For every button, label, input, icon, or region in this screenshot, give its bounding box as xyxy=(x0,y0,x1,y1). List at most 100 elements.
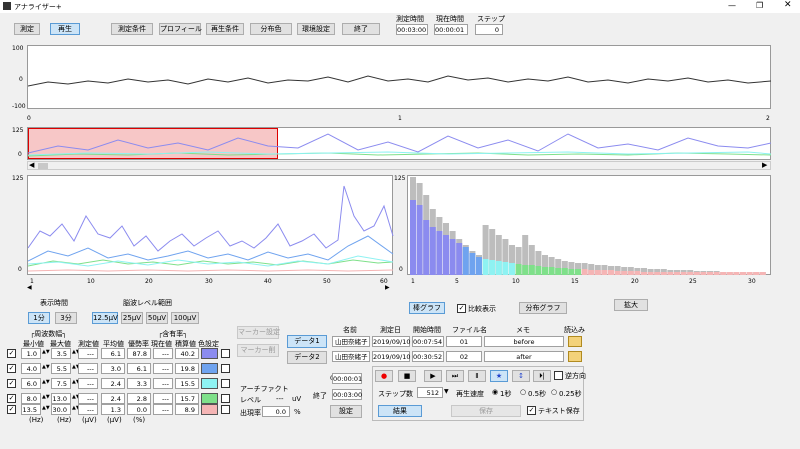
band-min-spinner-icon[interactable]: ▲▼ xyxy=(42,364,50,370)
display-time-1min[interactable]: 1分 xyxy=(28,312,50,324)
load-folder-icon[interactable] xyxy=(568,351,582,362)
histogram-bar xyxy=(654,272,661,275)
reverse-checkbox[interactable] xyxy=(554,371,563,380)
speed-option-025: 0.25秒 xyxy=(559,390,582,398)
data1-button[interactable]: データ1 xyxy=(287,335,327,348)
dist-graph-button[interactable]: 分布グラフ xyxy=(519,302,567,314)
step-count-select[interactable]: 512 xyxy=(417,387,443,398)
environment-settings-button[interactable]: 環境設定 xyxy=(297,23,335,35)
overview-scrollbar[interactable]: ◀ ▶ xyxy=(27,161,771,170)
save-button[interactable]: 保存 xyxy=(451,405,521,417)
range-start-value[interactable]: 00:00:01 xyxy=(332,373,362,384)
display-time-3min[interactable]: 3分 xyxy=(55,312,77,324)
right-chart-x-tick: 10 xyxy=(512,278,520,285)
band-min-field[interactable]: 8.0 xyxy=(21,393,41,404)
band-min-spinner-icon[interactable]: ▲▼ xyxy=(42,394,50,400)
band-min-field[interactable]: 6.0 xyxy=(21,378,41,389)
close-icon[interactable]: ✕ xyxy=(784,0,792,10)
measure-mode-button[interactable]: 測定 xyxy=(14,23,40,35)
eeg-range-12-5[interactable]: 12.5μV xyxy=(92,312,118,324)
band-max-field[interactable]: 3.5 xyxy=(51,348,71,359)
record-button[interactable]: ● xyxy=(375,370,393,382)
band-color-swatch[interactable] xyxy=(201,378,218,389)
stop-button[interactable]: ■ xyxy=(398,370,416,382)
histogram-bar xyxy=(522,265,529,275)
step-direction-button[interactable]: ↕ xyxy=(512,370,530,382)
band-enable-checkbox[interactable]: ✓ xyxy=(7,364,16,373)
band-color-swatch[interactable] xyxy=(201,348,218,359)
range-end-value[interactable]: 00:03:00 xyxy=(332,389,362,400)
band-color-checkbox[interactable] xyxy=(221,405,230,414)
compare-checkbox[interactable]: ✓ xyxy=(457,304,466,313)
playback-mode-button[interactable]: 再生 xyxy=(50,23,80,35)
histogram-bar xyxy=(726,272,733,275)
maximize-icon[interactable]: ❐ xyxy=(756,1,763,10)
data2-button[interactable]: データ2 xyxy=(287,351,327,364)
skip-button[interactable]: ⏵| xyxy=(533,370,551,382)
histogram-bar xyxy=(601,270,608,275)
marker-delete-button[interactable]: マーカー削 xyxy=(237,344,279,357)
eeg-range-50[interactable]: 50μV xyxy=(146,312,168,324)
speed-radio-05[interactable]: ○ xyxy=(520,388,526,396)
band-max-field[interactable]: 5.5 xyxy=(51,363,71,374)
band-min-field[interactable]: 13.5 xyxy=(21,404,41,415)
histogram-bar xyxy=(542,267,548,275)
distribution-chart xyxy=(407,175,771,275)
scroll-thumb[interactable] xyxy=(38,163,48,169)
band-color-swatch[interactable] xyxy=(201,363,218,374)
band-min-field[interactable]: 4.0 xyxy=(21,363,41,374)
left-chart-scrollbar[interactable]: ◀ ▶ xyxy=(27,284,393,293)
profile-button[interactable]: プロフィール xyxy=(159,23,202,35)
eeg-range-25[interactable]: 25μV xyxy=(121,312,143,324)
play-button[interactable]: ▶ xyxy=(424,370,442,382)
zoom-button[interactable]: 拡大 xyxy=(614,299,648,311)
marker-set-button[interactable]: マーカー設定 xyxy=(237,326,280,339)
band-enable-checkbox[interactable]: ✓ xyxy=(7,379,16,388)
playback-conditions-button[interactable]: 再生条件 xyxy=(206,23,244,35)
measure-time-label: 測定時間 xyxy=(396,15,424,23)
band-enable-checkbox[interactable]: ✓ xyxy=(7,405,16,414)
band-current-field: --- xyxy=(153,404,173,415)
pause-button[interactable]: Ⅱ xyxy=(468,370,486,382)
distribution-color-button[interactable]: 分布色 xyxy=(250,23,292,35)
band-color-checkbox[interactable] xyxy=(221,364,230,373)
band-min-spinner-icon[interactable]: ▲▼ xyxy=(42,405,50,411)
speed-radio-1[interactable]: ◉ xyxy=(492,388,498,396)
band-color-swatch[interactable] xyxy=(201,393,218,404)
exit-button[interactable]: 終了 xyxy=(342,23,380,35)
top-chart-y-tick: 100 xyxy=(12,45,24,52)
band-max-field[interactable]: 30.0 xyxy=(51,404,71,415)
band-enable-checkbox[interactable]: ✓ xyxy=(7,394,16,403)
scroll-right-icon[interactable]: ▶ xyxy=(385,284,390,291)
band-current-field: --- xyxy=(153,348,173,359)
band-color-swatch[interactable] xyxy=(201,404,218,415)
raw-eeg-chart xyxy=(27,45,772,109)
scroll-left-icon[interactable]: ◀ xyxy=(27,284,32,291)
result-button[interactable]: 結果 xyxy=(378,405,422,417)
band-color-checkbox[interactable] xyxy=(221,394,230,403)
band-color-checkbox[interactable] xyxy=(221,379,230,388)
fast-forward-button[interactable]: ⏭ xyxy=(446,370,464,382)
right-chart-x-tick: 30 xyxy=(748,278,756,285)
eeg-range-100[interactable]: 100μV xyxy=(171,312,199,324)
step-count-dropdown-icon[interactable]: ▼ xyxy=(444,388,449,395)
bar-graph-button[interactable]: 棒グラフ xyxy=(409,302,445,314)
measure-conditions-button[interactable]: 測定条件 xyxy=(111,23,153,35)
band-min-spinner-icon[interactable]: ▲▼ xyxy=(42,379,50,385)
right-chart-y-tick: 125 xyxy=(394,175,406,182)
text-save-checkbox[interactable]: ✓ xyxy=(527,406,536,415)
load-folder-icon[interactable] xyxy=(568,336,582,347)
speed-radio-025[interactable]: ○ xyxy=(551,388,557,396)
band-max-field[interactable]: 7.5 xyxy=(51,378,71,389)
band-color-checkbox[interactable] xyxy=(221,349,230,358)
minimize-icon[interactable]: — xyxy=(728,1,736,10)
marker-star-button[interactable]: ★ xyxy=(490,370,508,382)
band-min-field[interactable]: 1.0 xyxy=(21,348,41,359)
scroll-left-icon[interactable]: ◀ xyxy=(29,161,34,169)
range-settings-button[interactable]: 設定 xyxy=(330,405,362,418)
band-max-field[interactable]: 13.0 xyxy=(51,393,71,404)
scroll-right-icon[interactable]: ▶ xyxy=(762,161,767,169)
band-min-spinner-icon[interactable]: ▲▼ xyxy=(42,349,50,355)
band-enable-checkbox[interactable]: ✓ xyxy=(7,349,16,358)
col-date: 測定日 xyxy=(380,326,401,334)
